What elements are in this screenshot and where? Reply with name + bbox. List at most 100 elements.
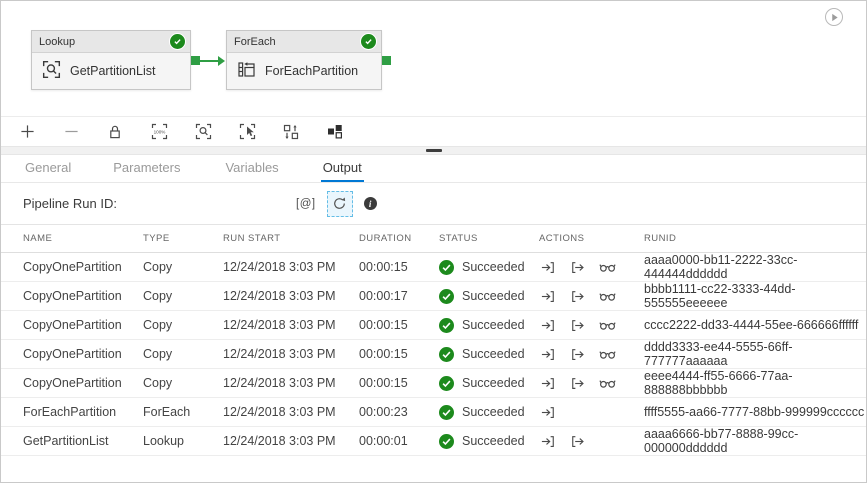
cell-duration: 00:00:23 bbox=[359, 405, 439, 419]
view-input-button[interactable] bbox=[539, 375, 556, 391]
view-output-button[interactable] bbox=[569, 346, 586, 362]
align-icon[interactable] bbox=[279, 121, 303, 143]
status-text: Succeeded bbox=[462, 260, 525, 274]
cell-name: CopyOnePartition bbox=[23, 289, 143, 303]
cell-duration: 00:00:15 bbox=[359, 347, 439, 361]
properties-tabbar: General Parameters Variables Output bbox=[1, 155, 866, 183]
canvas-toolbar: 100% bbox=[1, 117, 866, 146]
succeeded-check-icon bbox=[439, 434, 454, 449]
cell-runid: cccc2222-dd33-4444-55ee-666666ffffff bbox=[644, 318, 866, 332]
pipeline-run-id-label: Pipeline Run ID: bbox=[23, 196, 117, 211]
cell-type: Copy bbox=[143, 376, 223, 390]
auto-layout-icon[interactable] bbox=[323, 121, 347, 143]
tab-output[interactable]: Output bbox=[321, 155, 364, 182]
activity-name: GetPartitionList bbox=[70, 64, 155, 78]
cell-status: Succeeded bbox=[439, 347, 539, 362]
cell-duration: 00:00:15 bbox=[359, 376, 439, 390]
edge-line bbox=[200, 60, 219, 62]
zoom-percent-icon[interactable]: 100% bbox=[147, 121, 171, 143]
activity-node-foreach[interactable]: ForEach ForEachPartition bbox=[226, 30, 382, 90]
activity-node-header: ForEach bbox=[227, 31, 381, 53]
table-row: ForEachPartitionForEach12/24/2018 3:03 P… bbox=[1, 398, 866, 427]
cell-duration: 00:00:01 bbox=[359, 434, 439, 448]
view-output-button[interactable] bbox=[569, 375, 586, 391]
activity-node-lookup[interactable]: Lookup GetPartitionList bbox=[31, 30, 191, 90]
cell-duration: 00:00:15 bbox=[359, 260, 439, 274]
cell-run-start: 12/24/2018 3:03 PM bbox=[223, 376, 359, 390]
succeeded-check-icon bbox=[439, 289, 454, 304]
view-output-button[interactable] bbox=[569, 433, 586, 449]
cell-type: Copy bbox=[143, 347, 223, 361]
lock-canvas-icon[interactable] bbox=[103, 121, 127, 143]
pipeline-debug-window: Lookup GetPartitionList bbox=[0, 0, 867, 483]
view-input-button[interactable] bbox=[539, 317, 556, 333]
tab-parameters[interactable]: Parameters bbox=[111, 155, 182, 182]
cell-name: CopyOnePartition bbox=[23, 318, 143, 332]
view-details-button[interactable] bbox=[599, 259, 616, 275]
view-input-button[interactable] bbox=[539, 259, 556, 275]
cell-actions bbox=[539, 404, 644, 420]
cell-status: Succeeded bbox=[439, 318, 539, 333]
refresh-button[interactable] bbox=[327, 191, 353, 217]
view-details-button[interactable] bbox=[599, 375, 616, 391]
view-input-button[interactable] bbox=[539, 288, 556, 304]
cell-actions bbox=[539, 346, 644, 362]
succeeded-check-icon bbox=[361, 34, 376, 49]
cell-status: Succeeded bbox=[439, 405, 539, 420]
status-text: Succeeded bbox=[462, 347, 525, 361]
column-header-status: STATUS bbox=[439, 233, 539, 244]
output-connector-port[interactable] bbox=[191, 56, 200, 65]
cell-run-start: 12/24/2018 3:03 PM bbox=[223, 289, 359, 303]
cell-name: CopyOnePartition bbox=[23, 376, 143, 390]
view-output-button[interactable] bbox=[569, 288, 586, 304]
view-input-button[interactable] bbox=[539, 433, 556, 449]
multi-select-icon[interactable] bbox=[235, 121, 259, 143]
succeeded-check-icon bbox=[439, 405, 454, 420]
succeeded-check-icon bbox=[439, 347, 454, 362]
table-row: CopyOnePartitionCopy12/24/2018 3:03 PM00… bbox=[1, 340, 866, 369]
cell-type: ForEach bbox=[143, 405, 223, 419]
view-output-button[interactable] bbox=[569, 317, 586, 333]
info-icon[interactable]: i bbox=[364, 197, 377, 210]
pipeline-canvas[interactable]: Lookup GetPartitionList bbox=[1, 1, 866, 117]
table-row: CopyOnePartitionCopy12/24/2018 3:03 PM00… bbox=[1, 311, 866, 340]
cell-type: Copy bbox=[143, 289, 223, 303]
zoom-out-icon[interactable] bbox=[59, 121, 83, 143]
resize-grip-icon bbox=[426, 149, 442, 152]
view-output-button[interactable] bbox=[569, 259, 586, 275]
cell-name: CopyOnePartition bbox=[23, 347, 143, 361]
cell-type: Copy bbox=[143, 260, 223, 274]
view-input-button[interactable] bbox=[539, 346, 556, 362]
run-play-button[interactable] bbox=[825, 8, 843, 26]
panel-resize-splitter[interactable] bbox=[1, 146, 866, 155]
output-connector-port[interactable] bbox=[382, 56, 391, 65]
view-input-button[interactable] bbox=[539, 404, 556, 420]
cell-run-start: 12/24/2018 3:03 PM bbox=[223, 318, 359, 332]
zoom-to-fit-icon[interactable] bbox=[191, 121, 215, 143]
foreach-loop-icon bbox=[237, 60, 256, 82]
cell-runid: ffff5555-aa66-7777-88bb-999999cccccc bbox=[644, 405, 866, 419]
pipeline-run-id-row: Pipeline Run ID: [@] i bbox=[1, 183, 866, 225]
refresh-icon bbox=[332, 196, 347, 211]
parameters-braces-at-icon[interactable]: [@] bbox=[296, 198, 316, 210]
cell-run-start: 12/24/2018 3:03 PM bbox=[223, 405, 359, 419]
zoom-in-icon[interactable] bbox=[15, 121, 39, 143]
cell-runid: dddd3333-ee44-5555-66ff-777777aaaaaa bbox=[644, 340, 866, 368]
cell-actions bbox=[539, 317, 644, 333]
activity-runs-table: CopyOnePartitionCopy12/24/2018 3:03 PM00… bbox=[1, 253, 866, 456]
cell-status: Succeeded bbox=[439, 260, 539, 275]
activity-type-label: ForEach bbox=[234, 36, 276, 48]
cell-actions bbox=[539, 433, 644, 449]
svg-text:100%: 100% bbox=[153, 129, 165, 134]
column-header-name: NAME bbox=[23, 233, 143, 244]
view-details-button[interactable] bbox=[599, 317, 616, 333]
table-row: CopyOnePartitionCopy12/24/2018 3:03 PM00… bbox=[1, 253, 866, 282]
view-details-button[interactable] bbox=[599, 346, 616, 362]
tab-variables[interactable]: Variables bbox=[223, 155, 280, 182]
activity-node-header: Lookup bbox=[32, 31, 190, 53]
column-header-duration: DURATION bbox=[359, 233, 439, 244]
tab-general[interactable]: General bbox=[23, 155, 73, 182]
cell-status: Succeeded bbox=[439, 434, 539, 449]
view-details-button[interactable] bbox=[599, 288, 616, 304]
edge-arrowhead-icon bbox=[218, 56, 225, 66]
